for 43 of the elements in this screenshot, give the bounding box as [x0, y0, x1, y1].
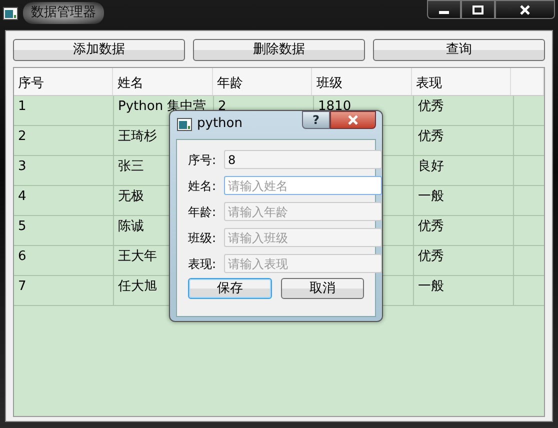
help-button[interactable]: ?	[302, 111, 330, 129]
input-field[interactable]: 8	[224, 150, 382, 169]
close-button[interactable]	[495, 0, 555, 19]
column-header[interactable]: 班级	[312, 68, 412, 95]
table-cell: 1	[14, 96, 114, 125]
window-title: 数据管理器	[23, 2, 104, 24]
app-icon	[177, 118, 192, 130]
input-field[interactable]: 请输入姓名	[224, 176, 382, 195]
minimize-icon	[439, 11, 449, 14]
table-cell: 6	[14, 246, 114, 275]
table-cell: 一般	[414, 186, 514, 215]
table-cell: 2	[14, 126, 114, 155]
column-header[interactable]: 姓名	[113, 68, 213, 95]
input-field[interactable]: 请输入班级	[224, 228, 382, 247]
toolbar-button[interactable]: 查询	[373, 39, 545, 61]
close-button[interactable]	[330, 111, 376, 129]
minimize-button[interactable]	[427, 0, 461, 19]
close-icon	[519, 4, 531, 14]
maximize-button[interactable]	[461, 0, 495, 19]
table-cell: 3	[14, 156, 114, 185]
dialog-button[interactable]: 取消	[280, 278, 364, 299]
table-cell: 一般	[414, 276, 514, 305]
column-header[interactable]: 年龄	[212, 68, 312, 95]
table-cell: 4	[14, 186, 114, 215]
column-header[interactable]: 表现	[412, 68, 512, 95]
input-field[interactable]: 请输入表现	[224, 254, 382, 273]
close-icon	[347, 115, 359, 125]
table-cell: 优秀	[414, 216, 514, 245]
field-label: 班级:	[188, 230, 216, 246]
toolbar-button[interactable]: 删除数据	[193, 39, 365, 61]
table-cell: 优秀	[414, 96, 514, 125]
table-cell: 优秀	[414, 126, 514, 155]
table-cell: 7	[14, 276, 114, 305]
column-header[interactable]: 序号	[14, 68, 114, 95]
toolbar-button[interactable]: 添加数据	[13, 39, 185, 61]
dialog-button[interactable]: 保存	[188, 278, 272, 299]
app-icon	[3, 6, 18, 20]
input-field[interactable]: 请输入年龄	[224, 202, 382, 221]
field-label: 表现:	[188, 256, 216, 272]
table-cell: 5	[14, 216, 114, 245]
table-cell: 优秀	[414, 246, 514, 275]
table-cell: 良好	[414, 156, 514, 185]
maximize-icon	[472, 4, 484, 14]
